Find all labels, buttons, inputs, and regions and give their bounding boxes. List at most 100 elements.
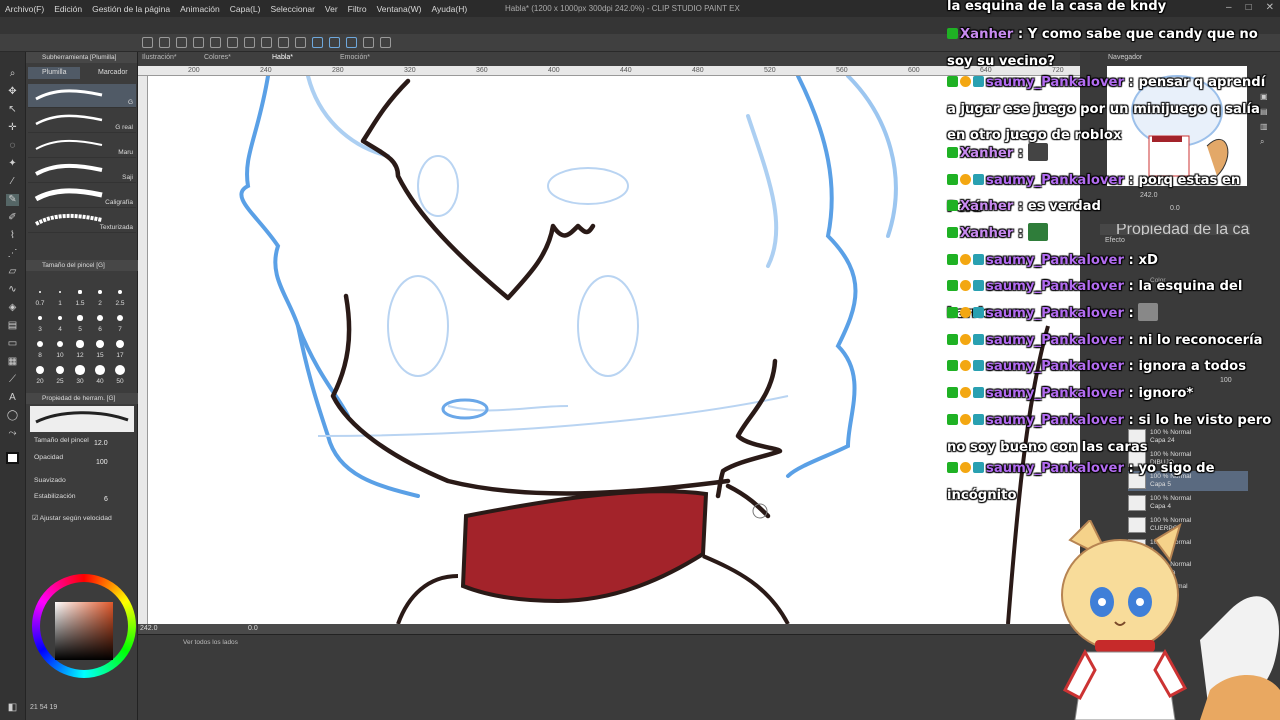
brush-size-dot[interactable] <box>56 340 64 348</box>
zoom-icon[interactable]: ⌕ <box>6 68 19 80</box>
brush-g-real[interactable]: G real <box>28 109 136 133</box>
brush-size-option[interactable]: 7 <box>109 326 131 333</box>
color-saturation-square[interactable] <box>55 602 113 660</box>
pencil-icon[interactable]: ✐ <box>6 212 19 224</box>
brush-size-dot[interactable] <box>114 364 126 376</box>
brush-size-dot[interactable] <box>75 365 85 375</box>
eraser-icon[interactable]: ▱ <box>6 266 19 278</box>
brush-size-dot[interactable] <box>55 365 65 375</box>
chat-username[interactable]: Xanher <box>960 27 1013 42</box>
transparent-swatch-icon[interactable]: ◧ <box>6 702 19 714</box>
brush-size-option[interactable]: 20 <box>29 378 51 385</box>
brush-size-dot[interactable] <box>57 315 63 321</box>
snap-special-ruler-icon[interactable] <box>329 37 340 48</box>
fill-icon[interactable]: ◈ <box>6 302 19 314</box>
move-icon[interactable]: ✥ <box>6 86 19 98</box>
ruler-icon[interactable]: ⟋ <box>6 374 19 386</box>
brush-size-dot[interactable] <box>36 366 44 374</box>
text-icon[interactable]: A <box>6 392 19 404</box>
chat-username[interactable]: saumy_Pankalover <box>986 333 1124 348</box>
zoom-value[interactable]: 242.0 <box>140 625 158 632</box>
chat-username[interactable]: Xanher <box>960 146 1013 161</box>
chat-username[interactable]: saumy_Pankalover <box>986 461 1124 476</box>
brush-size-dot[interactable] <box>37 341 43 347</box>
pen-icon[interactable]: ✎ <box>6 194 19 206</box>
tab-colores[interactable]: Colores* <box>204 54 231 61</box>
brush-size-dot[interactable] <box>115 339 125 349</box>
brush-size-dot[interactable] <box>95 365 105 375</box>
auto-select-icon[interactable]: ✦ <box>6 158 19 170</box>
tab-marcador[interactable]: Marcador <box>84 67 128 79</box>
menu-edit[interactable]: Edición <box>49 4 87 14</box>
save-icon[interactable] <box>176 37 187 48</box>
loading-icon[interactable] <box>227 37 238 48</box>
brush-g[interactable]: G <box>28 84 136 108</box>
brush-size-dot[interactable] <box>58 290 62 294</box>
brush-size-option[interactable]: 40 <box>89 378 111 385</box>
chat-username[interactable]: saumy_Pankalover <box>986 75 1124 90</box>
airbrush-icon[interactable]: ⋰ <box>6 248 19 260</box>
balloon-icon[interactable]: ◯ <box>6 410 19 422</box>
brush-size-option[interactable]: 15 <box>89 352 111 359</box>
brush-size-value[interactable]: 12.0 <box>94 440 108 447</box>
chat-username[interactable]: saumy_Pankalover <box>986 253 1124 268</box>
menu-animation[interactable]: Animación <box>175 4 225 14</box>
menu-page-management[interactable]: Gestión de la página <box>87 4 175 14</box>
operation-icon[interactable]: ↖ <box>6 104 19 116</box>
brush-size-option[interactable]: 30 <box>69 378 91 385</box>
brush-size-dot[interactable] <box>98 290 102 294</box>
menu-select[interactable]: Seleccionar <box>265 4 319 14</box>
blend-icon[interactable]: ∿ <box>6 284 19 296</box>
brush-size-dot[interactable] <box>96 340 104 348</box>
rotation-value[interactable]: 0.0 <box>248 625 258 632</box>
brush-size-option[interactable]: 2 <box>89 300 111 307</box>
menu-view[interactable]: Ver <box>320 4 343 14</box>
brush-size-option[interactable]: 8 <box>29 352 51 359</box>
tab-habla[interactable]: Habla* <box>272 54 293 61</box>
chat-username[interactable]: saumy_Pankalover <box>986 413 1124 428</box>
brush-texturizada[interactable]: Texturizada <box>28 209 136 233</box>
tab-plumilla[interactable]: Plumilla <box>28 67 80 79</box>
brush-size-dot[interactable] <box>39 291 41 293</box>
settings-icon[interactable] <box>380 37 391 48</box>
brush-size-option[interactable]: 17 <box>109 352 131 359</box>
brush-size-option[interactable]: 12 <box>69 352 91 359</box>
chat-username[interactable]: saumy_Pankalover <box>986 359 1124 374</box>
brush-size-dot[interactable] <box>38 316 42 320</box>
brush-size-dot[interactable] <box>97 315 103 321</box>
menu-filter[interactable]: Filtro <box>343 4 372 14</box>
chat-username[interactable]: saumy_Pankalover <box>986 173 1124 188</box>
frame-icon[interactable]: ▦ <box>6 356 19 368</box>
brush-size-option[interactable]: 1.5 <box>69 300 91 307</box>
brush-size-option[interactable]: 2.5 <box>109 300 131 307</box>
tab-emocion[interactable]: Emoción* <box>340 54 370 61</box>
memo-icon[interactable] <box>363 37 374 48</box>
brush-size-option[interactable]: 4 <box>49 326 71 333</box>
transform-icon[interactable] <box>244 37 255 48</box>
brush-size-dot[interactable] <box>77 315 83 321</box>
brush-size-option[interactable]: 0.7 <box>29 300 51 307</box>
redo-icon[interactable] <box>210 37 221 48</box>
brush-size-dot[interactable] <box>117 289 123 295</box>
stabilization-value[interactable]: 6 <box>104 496 108 503</box>
brush-icon[interactable]: ⌇ <box>6 230 19 242</box>
snap-grid-icon[interactable] <box>346 37 357 48</box>
menu-file[interactable]: Archivo(F) <box>0 4 49 14</box>
chat-username[interactable]: saumy_Pankalover <box>986 306 1124 321</box>
gradient-icon[interactable]: ▤ <box>6 320 19 332</box>
opacity-value[interactable]: 100 <box>96 459 108 466</box>
view-all-label[interactable]: Ver todos los lados <box>183 639 238 646</box>
brush-maru[interactable]: Maru <box>28 134 136 158</box>
new-icon[interactable] <box>142 37 153 48</box>
brush-size-option[interactable]: 5 <box>69 326 91 333</box>
brush-size-option[interactable]: 6 <box>89 326 111 333</box>
eyedropper-icon[interactable]: ⁄ <box>6 176 19 188</box>
brush-size-dot[interactable] <box>76 340 84 348</box>
undo-icon[interactable] <box>193 37 204 48</box>
brush-size-option[interactable]: 3 <box>29 326 51 333</box>
open-icon[interactable] <box>159 37 170 48</box>
brush-size-option[interactable]: 25 <box>49 378 71 385</box>
brush-size-option[interactable]: 50 <box>109 378 131 385</box>
main-color-swatch[interactable] <box>6 452 19 464</box>
menu-help[interactable]: Ayuda(H) <box>426 4 472 14</box>
